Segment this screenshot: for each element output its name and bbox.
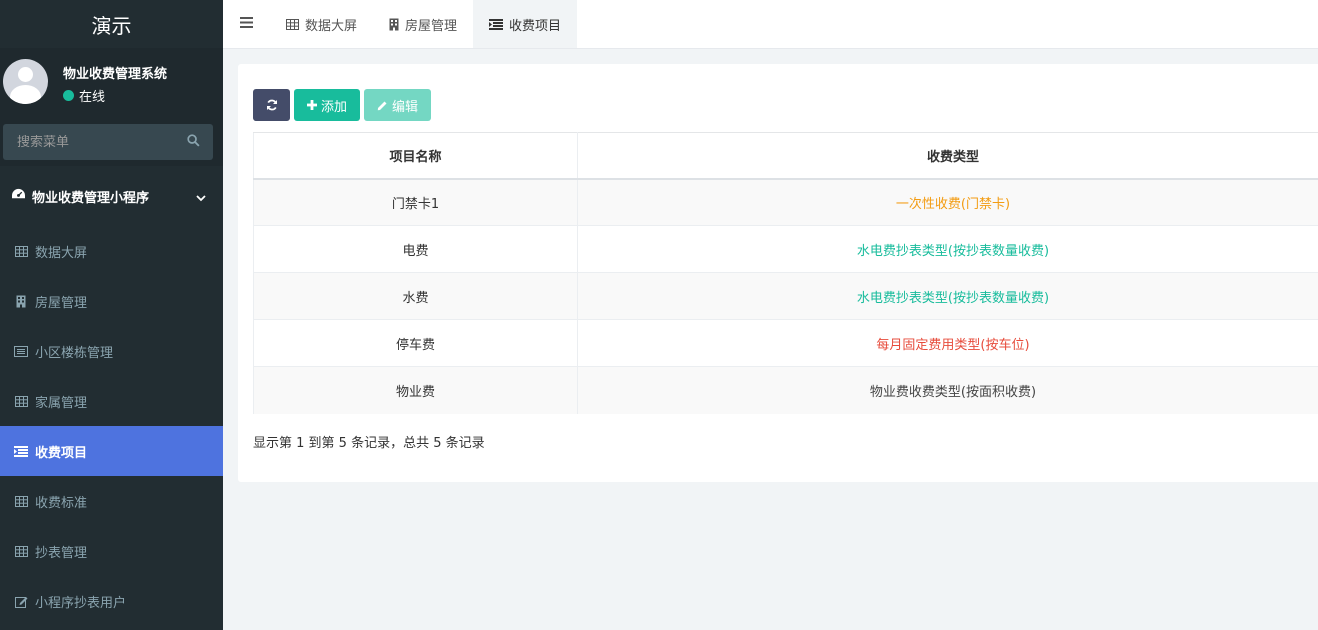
pencil-icon <box>377 100 388 111</box>
status-label: 在线 <box>79 90 106 105</box>
sidebar-item-miniapp-users[interactable]: 小程序抄表用户 <box>0 576 223 626</box>
user-name: 物业收费管理系统 <box>63 67 168 82</box>
cell-item-name: 停车费 <box>253 319 578 367</box>
table-row[interactable]: 门禁卡1 一次性收费(门禁卡) <box>253 178 1318 226</box>
table-row[interactable]: 停车费 每月固定费用类型(按车位) <box>253 319 1318 367</box>
table-header-row: 项目名称 收费类型 <box>253 132 1318 180</box>
avatar <box>3 59 48 104</box>
search-input[interactable] <box>17 134 167 150</box>
sidebar-item-data-screen[interactable]: 数据大屏 <box>0 226 223 276</box>
sidebar-item-label: 小区楼栋管理 <box>35 345 114 361</box>
sidebar-item-fee-standards[interactable]: 收费标准 <box>0 476 223 526</box>
sidebar-item-house-management[interactable]: 房屋管理 <box>0 276 223 326</box>
top-nav: 数据大屏 房屋管理 收费项目 <box>223 0 1318 49</box>
table-row[interactable]: 电费 水电费抄表类型(按抄表数量收费) <box>253 225 1318 273</box>
table-row[interactable]: 水费 水电费抄表类型(按抄表数量收费) <box>253 272 1318 320</box>
sidebar-item-label: 数据大屏 <box>35 245 88 261</box>
sidebar-item-label: 收费标准 <box>35 495 88 511</box>
edit-icon <box>14 594 28 608</box>
sidebar-search <box>0 120 223 166</box>
sidebar-item-label: 收费项目 <box>35 445 88 461</box>
hamburger-icon <box>240 16 253 32</box>
cell-item-name: 电费 <box>253 225 578 273</box>
refresh-icon <box>266 99 278 111</box>
cell-fee-type: 水电费抄表类型(按抄表数量收费) <box>577 272 1318 320</box>
tab-fee-items[interactable]: 收费项目 <box>473 0 578 48</box>
column-header-fee-type[interactable]: 收费类型 <box>577 132 1318 180</box>
edit-button-label: 编辑 <box>391 99 418 115</box>
sidebar-item-label: 小程序抄表用户 <box>35 595 127 611</box>
refresh-button[interactable] <box>253 89 290 121</box>
sidebar: 演示 物业收费管理系统 在线 物业收费管理小程序 数据大屏 房屋管理 <box>0 0 223 630</box>
indent-icon <box>14 444 28 458</box>
search-icon[interactable] <box>187 133 200 151</box>
sidebar-item-family-management[interactable]: 家属管理 <box>0 376 223 426</box>
sidebar-item-label: 家属管理 <box>35 395 88 411</box>
tab-label: 收费项目 <box>509 18 562 34</box>
table-icon <box>14 494 28 508</box>
pagination-info: 显示第 1 到第 5 条记录，总共 5 条记录 <box>253 436 485 451</box>
content-panel: 添加 编辑 项目名称 收费类型 门禁卡1 一次性收费(门禁卡) 电费 水电费抄表… <box>238 64 1318 482</box>
tab-data-screen[interactable]: 数据大屏 <box>270 0 373 48</box>
status-online-icon <box>63 90 74 101</box>
cell-fee-type: 每月固定费用类型(按车位) <box>577 319 1318 367</box>
table-icon <box>14 394 28 408</box>
column-header-item-name[interactable]: 项目名称 <box>253 132 578 180</box>
edit-button[interactable]: 编辑 <box>364 89 431 121</box>
cell-item-name: 门禁卡1 <box>253 178 578 226</box>
cell-fee-type: 一次性收费(门禁卡) <box>577 178 1318 226</box>
sidebar-item-fee-items[interactable]: 收费项目 <box>0 426 223 476</box>
cell-item-name: 水费 <box>253 272 578 320</box>
sidebar-toggle-button[interactable] <box>223 0 270 48</box>
toolbar: 添加 编辑 <box>253 89 435 121</box>
cell-fee-type: 物业费收费类型(按面积收费) <box>577 366 1318 414</box>
tab-label: 数据大屏 <box>305 18 358 34</box>
table-icon <box>286 18 299 30</box>
plus-icon <box>306 100 317 110</box>
list-alt-icon <box>14 344 28 358</box>
fee-items-table: 项目名称 收费类型 门禁卡1 一次性收费(门禁卡) 电费 水电费抄表类型(按抄表… <box>253 132 1318 414</box>
sidebar-item-label: 抄表管理 <box>35 545 88 561</box>
add-button[interactable]: 添加 <box>294 89 360 121</box>
sidebar-item-building-management[interactable]: 小区楼栋管理 <box>0 326 223 376</box>
table-icon <box>14 544 28 558</box>
cell-item-name: 物业费 <box>253 366 578 414</box>
tab-label: 房屋管理 <box>405 18 458 34</box>
brand-logo[interactable]: 演示 <box>0 0 223 48</box>
building-icon <box>389 18 399 31</box>
tab-house-management[interactable]: 房屋管理 <box>373 0 473 48</box>
sidebar-item-label: 房屋管理 <box>35 295 88 311</box>
cell-fee-type: 水电费抄表类型(按抄表数量收费) <box>577 225 1318 273</box>
user-panel: 物业收费管理系统 在线 <box>0 48 223 120</box>
sidebar-item-meter-reading[interactable]: 抄表管理 <box>0 526 223 576</box>
building-icon <box>14 294 28 308</box>
user-status: 在线 <box>63 86 105 105</box>
menu-group-header[interactable]: 物业收费管理小程序 <box>0 166 223 226</box>
add-button-label: 添加 <box>320 99 347 115</box>
table-row[interactable]: 物业费 物业费收费类型(按面积收费) <box>253 366 1318 414</box>
chevron-down-icon <box>196 191 206 206</box>
dashboard-icon <box>11 188 26 205</box>
menu-group-label: 物业收费管理小程序 <box>32 190 150 206</box>
table-icon <box>14 244 28 258</box>
search-box <box>3 124 213 160</box>
indent-icon <box>489 18 504 30</box>
